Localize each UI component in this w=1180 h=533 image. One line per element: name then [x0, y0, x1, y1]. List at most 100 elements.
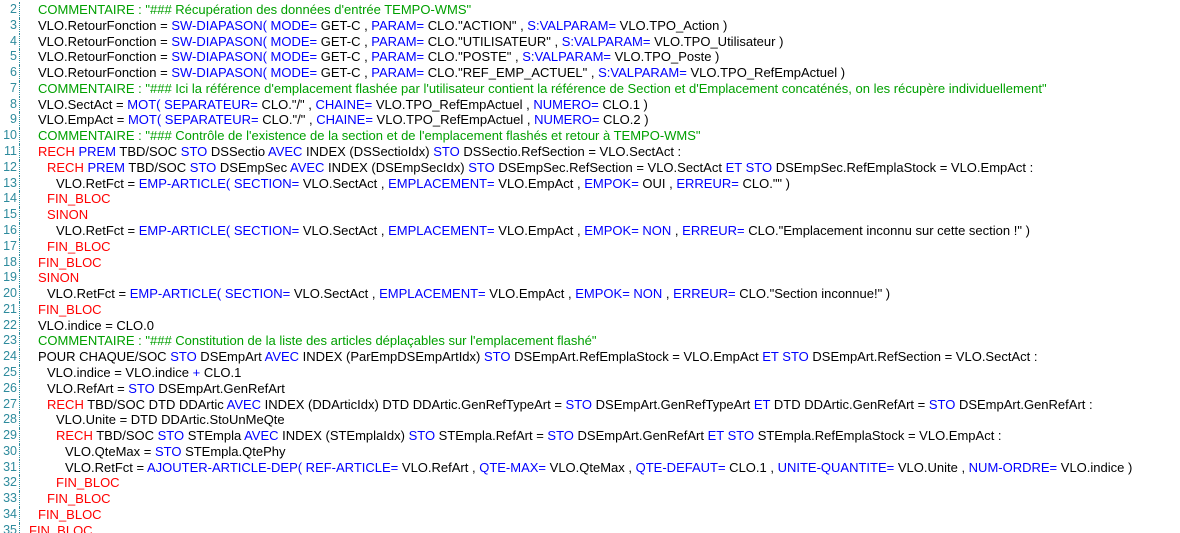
code-line[interactable]: 24POUR CHAQUE/SOC STO DSEmpArt AVEC INDE…	[0, 349, 1180, 365]
control-token: RECH	[47, 160, 87, 175]
code-line[interactable]: 7COMMENTAIRE : "### Ici la référence d'e…	[0, 81, 1180, 97]
keyword-token: STO	[728, 428, 755, 443]
code-line-text: VLO.RetFct = EMP-ARTICLE( SECTION= VLO.S…	[20, 223, 1030, 239]
code-line[interactable]: 16VLO.RetFct = EMP-ARTICLE( SECTION= VLO…	[0, 223, 1180, 239]
code-line[interactable]: 4VLO.RetourFonction = SW-DIAPASON( MODE=…	[0, 34, 1180, 50]
code-line[interactable]: 17FIN_BLOC	[0, 239, 1180, 255]
keyword-token: PARAM=	[371, 34, 424, 49]
keyword-token: STO	[190, 160, 217, 175]
comment-token: COMMENTAIRE : "### Récupération des donn…	[38, 2, 471, 17]
keyword-token: EMP-ARTICLE( SECTION=	[130, 286, 290, 301]
control-token: FIN_BLOC	[38, 255, 102, 270]
line-number: 2	[0, 2, 20, 18]
code-line-text: SINON	[20, 270, 79, 286]
text-token: VLO.RetourFonction =	[38, 34, 171, 49]
code-line[interactable]: 18 FIN_BLOC	[0, 255, 1180, 271]
code-line-text: SINON	[20, 207, 88, 223]
keyword-token: MOT( SEPARATEUR=	[127, 97, 258, 112]
code-line-text: VLO.indice = VLO.indice + CLO.1	[20, 365, 241, 381]
code-line[interactable]: 10COMMENTAIRE : "### Contrôle de l'exist…	[0, 128, 1180, 144]
control-token: FIN_BLOC	[47, 239, 111, 254]
keyword-token: STO	[929, 397, 956, 412]
code-line[interactable]: 3VLO.RetourFonction = SW-DIAPASON( MODE=…	[0, 18, 1180, 34]
code-line[interactable]: 11RECH PREM TBD/SOC STO DSSectio AVEC IN…	[0, 144, 1180, 160]
code-line[interactable]: 32FIN_BLOC	[0, 475, 1180, 491]
code-line[interactable]: 8VLO.SectAct = MOT( SEPARATEUR= CLO."/" …	[0, 97, 1180, 113]
code-line[interactable]: 6VLO.RetourFonction = SW-DIAPASON( MODE=…	[0, 65, 1180, 81]
code-line[interactable]: 13VLO.RetFct = EMP-ARTICLE( SECTION= VLO…	[0, 176, 1180, 192]
keyword-token: S:VALPARAM=	[527, 18, 616, 33]
code-line[interactable]: 33FIN_BLOC	[0, 491, 1180, 507]
text-token: DSEmpSec.RefSection = VLO.SectAct	[495, 160, 726, 175]
text-token: VLO.RetFct =	[47, 286, 130, 301]
text-token: VLO.EmpAct ,	[486, 286, 576, 301]
line-number: 35	[0, 523, 20, 533]
keyword-token: ET	[726, 160, 742, 175]
code-line-text: VLO.RetFct = EMP-ARTICLE( SECTION= VLO.S…	[20, 176, 790, 192]
text-token: CLO."ACTION" ,	[424, 18, 527, 33]
code-editor[interactable]: 2 COMMENTAIRE : "### Récupération des don…	[0, 0, 1180, 533]
keyword-token: STO	[158, 428, 185, 443]
text-token: VLO.Unite = DTD DDArtic.StoUnMeQte	[56, 412, 285, 427]
keyword-token: STO	[547, 428, 574, 443]
code-line[interactable]: 19SINON	[0, 270, 1180, 286]
line-number: 12	[0, 160, 20, 176]
line-number: 26	[0, 381, 20, 397]
code-line-text: VLO.RetourFonction = SW-DIAPASON( MODE= …	[20, 34, 783, 50]
text-token: VLO.RefArt =	[47, 381, 128, 396]
code-line[interactable]: 14FIN_BLOC	[0, 191, 1180, 207]
code-line[interactable]: 27RECH TBD/SOC DTD DDArtic AVEC INDEX (D…	[0, 397, 1180, 413]
code-line[interactable]: 23COMMENTAIRE : "### Constitution de la …	[0, 333, 1180, 349]
line-number: 18	[0, 255, 20, 271]
text-token: VLO.SectAct ,	[299, 176, 388, 191]
line-number: 6	[0, 65, 20, 81]
line-number: 34	[0, 507, 20, 523]
code-line[interactable]: 15SINON	[0, 207, 1180, 223]
text-token: STEmpla.QtePhy	[181, 444, 285, 459]
line-number: 30	[0, 444, 20, 460]
comment-token: COMMENTAIRE : "### Ici la référence d'em…	[38, 81, 1047, 96]
text-token: VLO.TPO_Action )	[616, 18, 727, 33]
text-token: GET-C ,	[317, 49, 371, 64]
code-line[interactable]: 22VLO.indice = CLO.0	[0, 318, 1180, 334]
code-line[interactable]: 34FIN_BLOC	[0, 507, 1180, 523]
code-line[interactable]: 21FIN_BLOC	[0, 302, 1180, 318]
keyword-token: STO	[484, 349, 511, 364]
code-line[interactable]: 9VLO.EmpAct = MOT( SEPARATEUR= CLO."/" ,…	[0, 112, 1180, 128]
code-line[interactable]: 30VLO.QteMax = STO STEmpla.QtePhy	[0, 444, 1180, 460]
code-line[interactable]: 29RECH TBD/SOC STO STEmpla AVEC INDEX (S…	[0, 428, 1180, 444]
keyword-token: STO	[433, 144, 460, 159]
code-line[interactable]: 35 FIN_BLOC	[0, 523, 1180, 533]
text-token: CLO."Emplacement inconnu sur cette secti…	[745, 223, 1030, 238]
line-number: 20	[0, 286, 20, 302]
keyword-token: NUMERO=	[533, 97, 598, 112]
keyword-token: NUMERO=	[534, 112, 599, 127]
text-token: CLO."REF_EMP_ACTUEL" ,	[424, 65, 598, 80]
code-line[interactable]: 2 COMMENTAIRE : "### Récupération des don…	[0, 2, 1180, 18]
control-token: FIN_BLOC	[29, 523, 93, 533]
code-line[interactable]: 12RECH PREM TBD/SOC STO DSEmpSec AVEC IN…	[0, 160, 1180, 176]
text-token: VLO.RetourFonction =	[38, 49, 171, 64]
code-line-text: FIN_BLOC	[20, 491, 111, 507]
code-line[interactable]: 5VLO.RetourFonction = SW-DIAPASON( MODE=…	[0, 49, 1180, 65]
text-token: DSEmpArt.GenRefArt	[155, 381, 285, 396]
keyword-token: SW-DIAPASON( MODE=	[171, 18, 317, 33]
code-line-text: COMMENTAIRE : "### Contrôle de l'existen…	[20, 128, 701, 144]
keyword-token: EMPOK=	[575, 286, 630, 301]
line-number: 29	[0, 428, 20, 444]
keyword-token: ERREUR=	[676, 176, 739, 191]
code-line[interactable]: 26VLO.RefArt = STO DSEmpArt.GenRefArt	[0, 381, 1180, 397]
text-token: INDEX (DSSectioIdx)	[302, 144, 433, 159]
text-token: VLO.QteMax ,	[546, 460, 636, 475]
code-line[interactable]: 25VLO.indice = VLO.indice + CLO.1	[0, 365, 1180, 381]
code-line[interactable]: 20 VLO.RetFct = EMP-ARTICLE( SECTION= VLO…	[0, 286, 1180, 302]
comment-token: COMMENTAIRE : "### Contrôle de l'existen…	[38, 128, 701, 143]
text-token: VLO.indice = CLO.0	[38, 318, 154, 333]
keyword-token: AVEC	[268, 144, 302, 159]
code-line[interactable]: 28VLO.Unite = DTD DDArtic.StoUnMeQte	[0, 412, 1180, 428]
keyword-token: EMPLACEMENT=	[388, 176, 495, 191]
control-token: SINON	[38, 270, 79, 285]
code-line[interactable]: 31VLO.RetFct = AJOUTER-ARTICLE-DEP( REF-…	[0, 460, 1180, 476]
keyword-token: NUM-ORDRE=	[969, 460, 1057, 475]
text-token: VLO.EmpAct ,	[495, 176, 585, 191]
